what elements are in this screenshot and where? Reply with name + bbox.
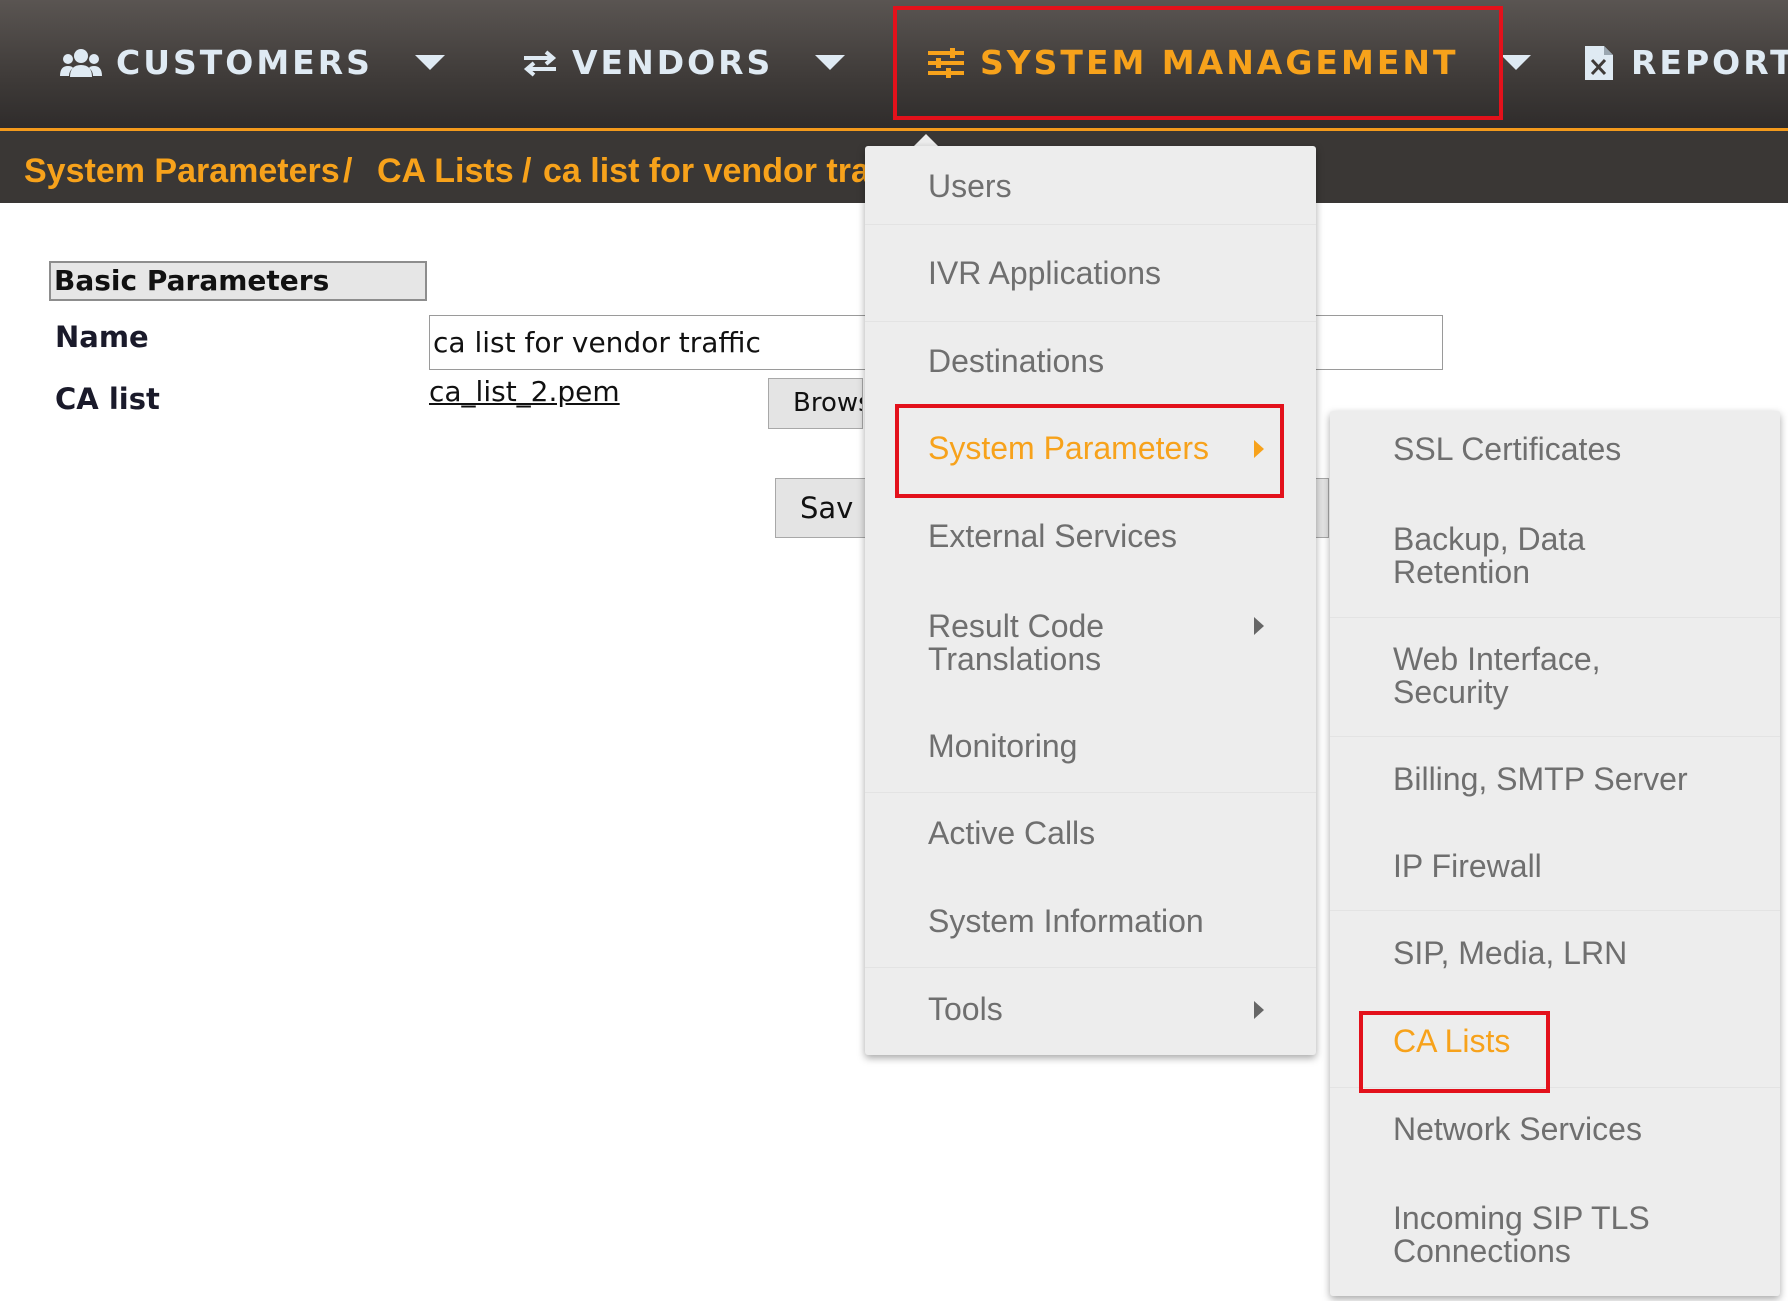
highlight-system-management — [893, 6, 1503, 120]
breadcrumb-ca-lists[interactable]: CA Lists — [377, 131, 514, 203]
menu-item-active-calls[interactable]: Active Calls — [865, 817, 1316, 857]
nav-reports[interactable]: REPORTS — [1585, 0, 1788, 125]
nav-vendors-label: VENDORS — [572, 43, 774, 82]
system-management-menu: Users IVR Applications Destinations Syst… — [865, 146, 1316, 1055]
menu-separator — [865, 792, 1316, 793]
breadcrumb-current: ca list for vendor tra — [543, 152, 870, 190]
chevron-down-icon[interactable] — [1500, 55, 1531, 70]
submenu-item-sip-media-lrn[interactable]: SIP, Media, LRN — [1330, 937, 1780, 977]
breadcrumb-separator: / — [522, 152, 532, 190]
ca-list-label: CA list — [55, 382, 160, 416]
section-title: Basic Parameters — [49, 261, 427, 301]
users-icon — [60, 48, 102, 78]
submenu-item-network-services[interactable]: Network Services — [1330, 1113, 1780, 1153]
browse-button-label: Brows — [793, 388, 862, 418]
menu-separator — [1330, 736, 1780, 737]
chevron-down-icon[interactable] — [815, 55, 846, 70]
nav-customers[interactable]: CUSTOMERS — [60, 0, 445, 125]
menu-separator — [1330, 910, 1780, 911]
nav-vendors[interactable]: VENDORS — [522, 0, 846, 125]
browse-button[interactable]: Brows — [768, 378, 863, 429]
menu-separator — [865, 321, 1316, 322]
submenu-item-ssl-certificates[interactable]: SSL Certificates — [1330, 433, 1780, 473]
menu-separator — [865, 967, 1316, 968]
chevron-right-icon — [1254, 1001, 1264, 1019]
menu-item-external-services[interactable]: External Services — [865, 520, 1316, 560]
menu-separator — [1330, 617, 1780, 618]
highlight-system-parameters — [895, 404, 1284, 498]
excel-file-icon — [1585, 45, 1613, 80]
submenu-item-web-interface-security[interactable]: Web Interface, Security — [1330, 643, 1780, 713]
highlight-ca-lists — [1359, 1011, 1550, 1093]
save-button-label: Sav — [800, 491, 854, 525]
submenu-item-incoming-sip-tls[interactable]: Incoming SIP TLS Connections — [1330, 1202, 1780, 1272]
menu-item-monitoring[interactable]: Monitoring — [865, 730, 1316, 770]
menu-item-tools[interactable]: Tools — [865, 993, 1316, 1033]
name-label: Name — [55, 320, 149, 354]
breadcrumb-system-parameters[interactable]: System Parameters — [24, 131, 340, 203]
menu-item-result-code-translations[interactable]: Result Code Translations — [865, 610, 1316, 680]
submenu-item-backup-data-retention[interactable]: Backup, Data Retention — [1330, 523, 1780, 593]
chevron-down-icon[interactable] — [414, 55, 445, 70]
arrows-exchange-icon — [522, 49, 558, 77]
submenu-item-billing-smtp-server[interactable]: Billing, SMTP Server — [1330, 763, 1780, 803]
menu-item-destinations[interactable]: Destinations — [865, 345, 1316, 385]
breadcrumb-separator: / — [343, 152, 353, 190]
menu-item-ivr-applications[interactable]: IVR Applications — [865, 257, 1316, 297]
submenu-item-ip-firewall[interactable]: IP Firewall — [1330, 850, 1780, 890]
menu-item-system-information[interactable]: System Information — [865, 905, 1316, 945]
dropdown-pointer — [914, 134, 938, 146]
ca-list-file-link[interactable]: ca_list_2.pem — [429, 375, 620, 408]
nav-reports-label: REPORTS — [1631, 43, 1788, 82]
nav-customers-label: CUSTOMERS — [116, 43, 373, 82]
menu-item-users[interactable]: Users — [865, 170, 1316, 210]
menu-separator — [865, 224, 1316, 225]
chevron-right-icon — [1254, 617, 1264, 635]
system-parameters-submenu: SSL Certificates Backup, Data Retention … — [1330, 411, 1780, 1296]
